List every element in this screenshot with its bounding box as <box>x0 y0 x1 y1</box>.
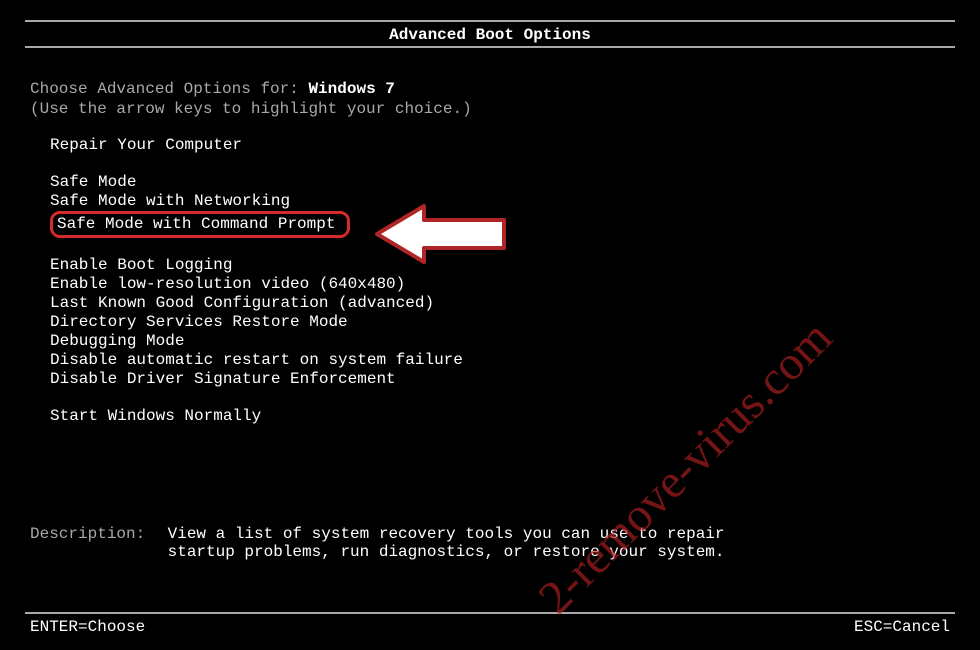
menu-item-safe-mode-cmd[interactable]: Safe Mode with Command Prompt <box>50 211 350 238</box>
hint-line: (Use the arrow keys to highlight your ch… <box>30 100 950 118</box>
menu-item-repair[interactable]: Repair Your Computer <box>50 136 242 155</box>
menu-item-start-normal[interactable]: Start Windows Normally <box>50 407 261 426</box>
footer-border <box>25 612 955 614</box>
menu-group-normal: Start Windows Normally <box>50 407 950 426</box>
description-text: View a list of system recovery tools you… <box>168 525 728 561</box>
menu-item-safe-mode[interactable]: Safe Mode <box>50 173 136 192</box>
menu-item-disable-driver-sig[interactable]: Disable Driver Signature Enforcement <box>50 370 396 389</box>
choose-prompt: Choose Advanced Options for: Windows 7 <box>30 80 950 98</box>
page-title: Advanced Boot Options <box>0 26 980 44</box>
description-section: Description: View a list of system recov… <box>30 525 950 561</box>
menu-item-ds-restore[interactable]: Directory Services Restore Mode <box>50 313 348 332</box>
menu-item-safe-mode-networking[interactable]: Safe Mode with Networking <box>50 192 290 211</box>
footer-esc: ESC=Cancel <box>854 618 950 636</box>
footer-enter: ENTER=Choose <box>30 618 145 636</box>
menu-item-disable-auto-restart[interactable]: Disable automatic restart on system fail… <box>50 351 463 370</box>
description-label: Description: <box>30 525 158 543</box>
menu-item-low-res[interactable]: Enable low-resolution video (640x480) <box>50 275 405 294</box>
menu-item-boot-logging[interactable]: Enable Boot Logging <box>50 256 232 275</box>
os-name: Windows 7 <box>308 80 394 98</box>
arrow-annotation-icon <box>372 198 512 270</box>
menu-item-debugging[interactable]: Debugging Mode <box>50 332 184 351</box>
menu-group-repair: Repair Your Computer <box>50 136 950 155</box>
menu-group-advanced: Enable Boot Logging Enable low-resolutio… <box>50 256 950 389</box>
menu-item-last-known-good[interactable]: Last Known Good Configuration (advanced) <box>50 294 434 313</box>
boot-menu: Repair Your Computer Safe Mode Safe Mode… <box>50 136 950 426</box>
prompt-prefix: Choose Advanced Options for: <box>30 80 308 98</box>
